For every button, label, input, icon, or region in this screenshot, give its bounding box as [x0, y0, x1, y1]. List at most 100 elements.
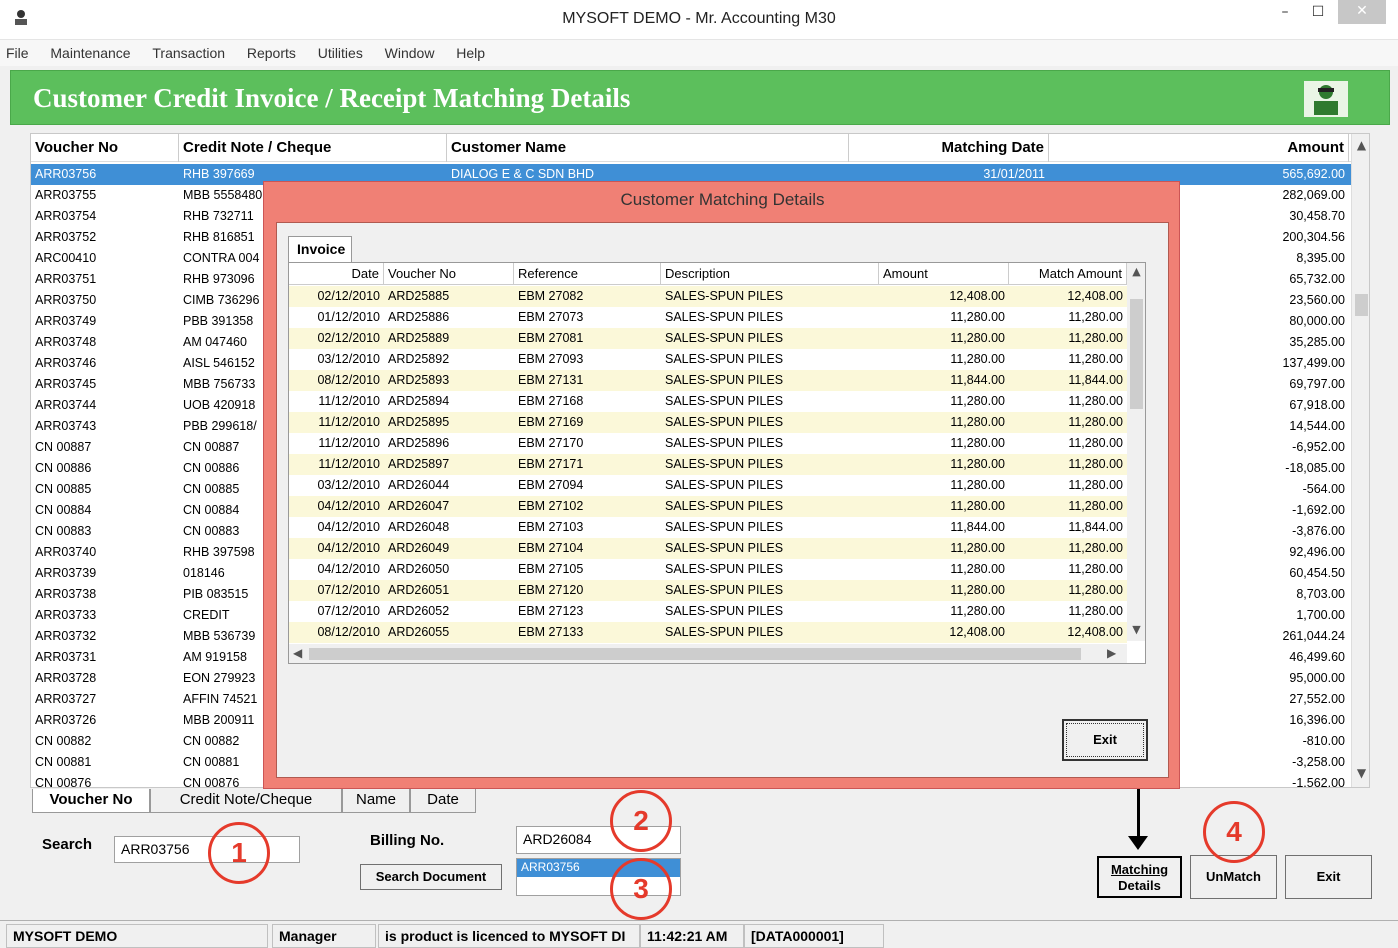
cell-amount: 11,280.00	[950, 583, 1005, 597]
scroll-down-icon[interactable]: ▼	[1352, 766, 1369, 784]
cell-reference: EBM 27170	[518, 436, 584, 450]
cell-amount: 11,280.00	[950, 478, 1005, 492]
cell-date: 03/12/2010	[317, 352, 380, 366]
table-row[interactable]: 11/12/2010 ARD25897 EBM 27171 SALES-SPUN PI…	[289, 454, 1127, 475]
cell-reference: EBM 27103	[518, 520, 584, 534]
cell-match-amount: 11,280.00	[1068, 478, 1123, 492]
table-row[interactable]: 02/12/2010 ARD25889 EBM 27081 SALES-SPUN PI…	[289, 328, 1127, 349]
table-row[interactable]: 08/12/2010 ARD25893 EBM 27131 SALES-SPUN PI…	[289, 370, 1127, 391]
matching-details-button[interactable]: Matching Details	[1097, 856, 1182, 898]
scroll-thumb[interactable]	[309, 648, 1081, 660]
cell-match-amount: 11,280.00	[1068, 310, 1123, 324]
cell-reference: EBM 27123	[518, 604, 584, 618]
scroll-thumb[interactable]	[1130, 299, 1143, 409]
cell-match-amount: 11,280.00	[1068, 541, 1123, 555]
col-amount[interactable]: Amount	[1049, 134, 1349, 162]
col-voucher-no[interactable]: Voucher No	[31, 134, 179, 162]
search-label: Search	[42, 836, 93, 853]
cell-date: 11/12/2010	[318, 457, 380, 471]
cell-amount: 11,280.00	[950, 457, 1005, 471]
search-input[interactable]: ARR03756	[114, 836, 300, 863]
table-row[interactable]: 11/12/2010 ARD25894 EBM 27168 SALES-SPUN PI…	[289, 391, 1127, 412]
minimize-button[interactable]: –	[1272, 4, 1298, 26]
cell-description: SALES-SPUN PILES	[665, 310, 784, 324]
cell-voucher-no: ARC00410	[35, 251, 97, 265]
menu-reports[interactable]: Reports	[247, 40, 296, 61]
dialog-hscrollbar[interactable]: ◀ ▶	[289, 644, 1127, 663]
menu-file[interactable]: File	[6, 40, 29, 61]
cell-description: SALES-SPUN PILES	[665, 562, 784, 576]
cell-match-amount: 12,408.00	[1067, 289, 1123, 303]
table-row[interactable]: 04/12/2010 ARD26049 EBM 27104 SALES-SPUN PI…	[289, 538, 1127, 559]
col-date[interactable]: Date	[289, 263, 384, 285]
cell-voucher-no: ARD25893	[388, 373, 450, 387]
dialog-title: Customer Matching Details	[620, 190, 825, 209]
search-document-button[interactable]: Search Document	[360, 864, 502, 890]
tab-name[interactable]: Name	[342, 789, 410, 813]
dialog-vscrollbar[interactable]: ▲ ▼	[1127, 263, 1145, 641]
grid-scrollbar[interactable]: ▲ ▼	[1351, 134, 1369, 787]
tab-invoice[interactable]: Invoice	[288, 236, 352, 262]
cell-description: SALES-SPUN PILES	[665, 394, 784, 408]
dialog-body: Invoice Date Voucher No Reference Descri…	[276, 222, 1169, 778]
cell-amount: 11,280.00	[950, 415, 1005, 429]
scroll-right-icon[interactable]: ▶	[1107, 646, 1116, 660]
col-amount[interactable]: Amount	[879, 263, 1009, 285]
table-row[interactable]: 11/12/2010 ARD25895 EBM 27169 SALES-SPUN PI…	[289, 412, 1127, 433]
scroll-up-icon[interactable]: ▲	[1352, 138, 1369, 156]
table-row[interactable]: 07/12/2010 ARD26051 EBM 27120 SALES-SPUN PI…	[289, 580, 1127, 601]
col-customer-name[interactable]: Customer Name	[447, 134, 849, 162]
cell-amount: 11,280.00	[950, 541, 1005, 555]
scroll-up-icon[interactable]: ▲	[1127, 265, 1145, 278]
cell-voucher-no: ARR03740	[35, 545, 97, 559]
menu-maintenance[interactable]: Maintenance	[50, 40, 130, 61]
cell-match-amount: 12,408.00	[1067, 625, 1123, 639]
cell-voucher-no: ARD26048	[388, 520, 450, 534]
col-reference[interactable]: Reference	[514, 263, 661, 285]
dialog-exit-button[interactable]: Exit	[1062, 719, 1148, 761]
menu-utilities[interactable]: Utilities	[318, 40, 363, 61]
maximize-button[interactable]: ☐	[1305, 4, 1331, 26]
cell-voucher-no: CN 00883	[35, 524, 92, 538]
table-row[interactable]: 04/12/2010 ARD26047 EBM 27102 SALES-SPUN PI…	[289, 496, 1127, 517]
table-row[interactable]: 11/12/2010 ARD25896 EBM 27170 SALES-SPUN PI…	[289, 433, 1127, 454]
invoice-grid[interactable]: Date Voucher No Reference Description Am…	[288, 262, 1146, 664]
matching-details-dialog: Customer Matching Details Invoice Date V…	[263, 181, 1180, 789]
cell-description: SALES-SPUN PILES	[665, 436, 784, 450]
col-credit-note-cheque[interactable]: Credit Note / Cheque	[179, 134, 447, 162]
close-button[interactable]: ✕	[1338, 0, 1386, 24]
cell-match-amount: 11,280.00	[1068, 394, 1123, 408]
user-icon	[1304, 81, 1348, 117]
menu-transaction[interactable]: Transaction	[152, 40, 225, 61]
col-voucher-no[interactable]: Voucher No	[384, 263, 514, 285]
table-row[interactable]: 07/12/2010 ARD26052 EBM 27123 SALES-SPUN PI…	[289, 601, 1127, 622]
table-row[interactable]: 03/12/2010 ARD26044 EBM 27094 SALES-SPUN PI…	[289, 475, 1127, 496]
scroll-left-icon[interactable]: ◀	[293, 646, 302, 660]
table-row[interactable]: 02/12/2010 ARD25885 EBM 27082 SALES-SPUN PI…	[289, 286, 1127, 307]
col-description[interactable]: Description	[661, 263, 879, 285]
cell-reference: EBM 27094	[518, 478, 584, 492]
menu-help[interactable]: Help	[456, 40, 485, 61]
table-row[interactable]: 03/12/2010 ARD25892 EBM 27093 SALES-SPUN PI…	[289, 349, 1127, 370]
tab-voucher-no[interactable]: Voucher No	[32, 789, 150, 813]
cell-voucher-no: ARR03745	[35, 377, 97, 391]
cell-voucher-no: ARR03746	[35, 356, 97, 370]
tab-credit-note-cheque[interactable]: Credit Note/Cheque	[150, 789, 342, 813]
scroll-down-icon[interactable]: ▼	[1127, 623, 1145, 636]
table-row[interactable]: 08/12/2010 ARD26055 EBM 27133 SALES-SPUN PI…	[289, 622, 1127, 643]
col-matching-date[interactable]: Matching Date	[849, 134, 1049, 162]
scroll-thumb[interactable]	[1355, 294, 1368, 316]
col-match-amount[interactable]: Match Amount	[1009, 263, 1127, 285]
cell-reference: EBM 27104	[518, 541, 584, 555]
tab-date[interactable]: Date	[410, 789, 476, 813]
grid-header: Voucher No Credit Note / Cheque Customer…	[31, 134, 1351, 162]
cell-date: 04/12/2010	[317, 541, 380, 555]
cell-reference: EBM 27131	[518, 373, 584, 387]
cell-voucher-no: CN 00885	[35, 482, 92, 496]
cell-voucher-no: ARD26055	[388, 625, 450, 639]
menu-window[interactable]: Window	[385, 40, 435, 61]
exit-button[interactable]: Exit	[1285, 855, 1372, 899]
table-row[interactable]: 04/12/2010 ARD26048 EBM 27103 SALES-SPUN PI…	[289, 517, 1127, 538]
table-row[interactable]: 01/12/2010 ARD25886 EBM 27073 SALES-SPUN PI…	[289, 307, 1127, 328]
table-row[interactable]: 04/12/2010 ARD26050 EBM 27105 SALES-SPUN PI…	[289, 559, 1127, 580]
